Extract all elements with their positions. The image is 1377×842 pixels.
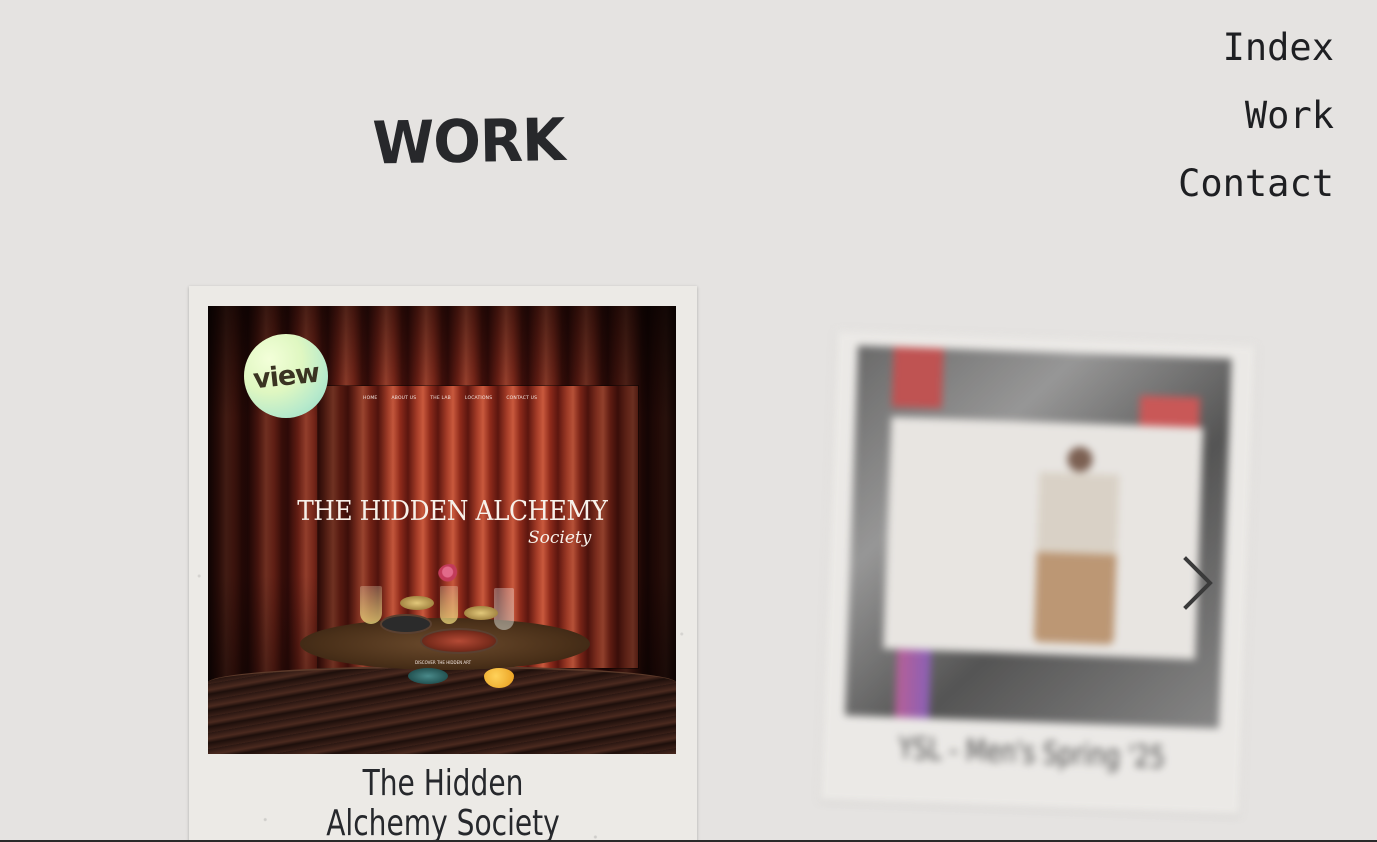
nav-link-contact[interactable]: Contact [1178, 150, 1334, 218]
nav-link-index[interactable]: Index [1223, 14, 1334, 82]
wine-glass [440, 586, 458, 624]
snack-bowl [464, 606, 498, 620]
preview-nav-item: ABOUT US [391, 396, 417, 401]
project-caption-line-2: Alchemy Society [326, 803, 560, 842]
pizza-plate [420, 628, 498, 654]
page-title: WORK [372, 105, 565, 178]
preview-nav-item: LOCATIONS [464, 396, 493, 401]
view-button[interactable]: view [244, 334, 328, 418]
dark-plate [380, 614, 432, 634]
model-figure [1033, 442, 1121, 645]
project-thumbnail [844, 345, 1232, 729]
preview-nav: HOME ABOUT US THE LAB LOCATIONS CONTACT … [363, 396, 537, 401]
flowers [438, 564, 462, 584]
project-caption: The Hidden Alchemy Society [245, 764, 641, 842]
project-caption: YSL - Men's Spring '25 [897, 731, 1166, 776]
snack-bowl [400, 596, 434, 610]
teal-glass [408, 668, 448, 684]
preview-cta: DISCOVER THE HIDDEN ART [415, 660, 472, 665]
preview-subtitle: Society [528, 528, 592, 548]
decor-stripe [1139, 395, 1201, 428]
cocktail-glass [360, 586, 382, 624]
preview-title: THE HIDDEN ALCHEMY [297, 496, 608, 527]
decor-stripe [891, 346, 944, 409]
preview-nav-item: THE LAB [430, 396, 451, 401]
view-label: view [251, 357, 321, 395]
highball-glass [494, 588, 514, 630]
main-nav: Index Work Contact [1178, 14, 1334, 218]
project-card-hidden-alchemy[interactable]: HOME ABOUT US THE LAB LOCATIONS CONTACT … [189, 286, 697, 842]
project-caption-line-1: The Hidden [362, 763, 524, 804]
preview-nav-item: CONTACT US [506, 396, 538, 401]
website-preview [883, 416, 1204, 660]
page: WORK Index Work Contact HOME ABOUT US TH… [0, 0, 1377, 842]
nav-link-work[interactable]: Work [1245, 82, 1334, 150]
decor-stripe [894, 647, 932, 719]
chevron-right-icon[interactable] [1180, 556, 1216, 610]
preview-nav-item: HOME [363, 396, 378, 401]
project-thumbnail[interactable]: HOME ABOUT US THE LAB LOCATIONS CONTACT … [208, 306, 676, 754]
